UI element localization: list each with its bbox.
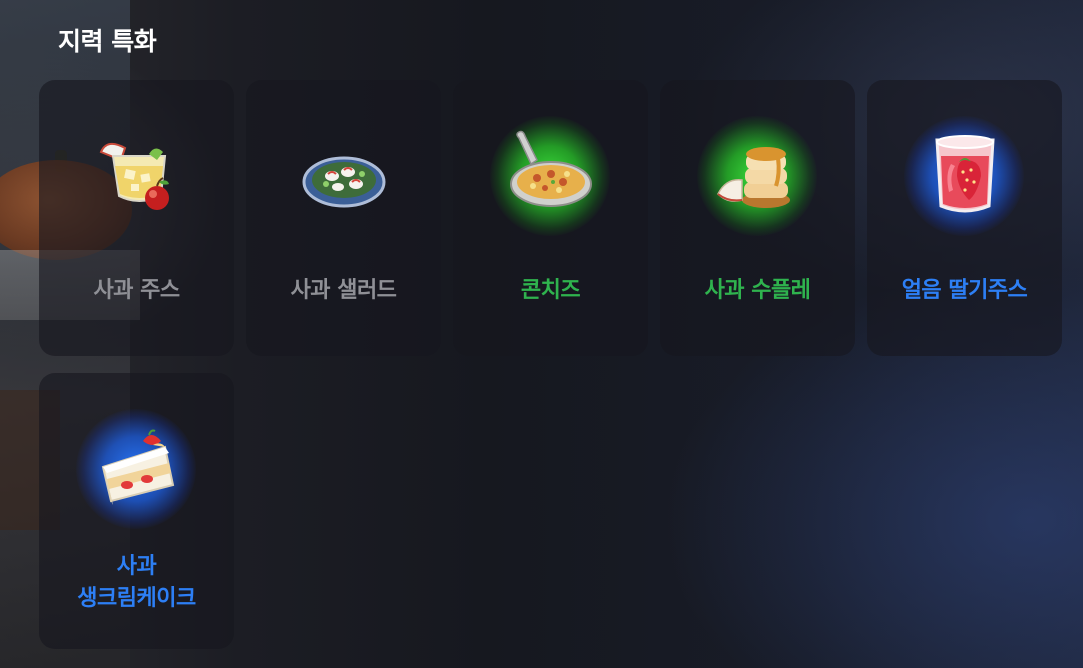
food-label: 사과 주스	[93, 278, 180, 303]
food-label-line1: 사과	[116, 554, 157, 579]
food-card-iced-strawberry-juice[interactable]: 얼음 딸기주스	[867, 80, 1062, 356]
food-label: 사과 생크림케이크	[39, 551, 234, 615]
food-label: 콘치즈	[520, 278, 581, 303]
food-label: 얼음 딸기주스	[901, 278, 1028, 303]
section-title: 지력 특화	[58, 27, 157, 56]
food-grid: 사과 주스 사과 샐러드 콘치즈 사과 수플레 얼음 딸기주스 사과 생크림케이…	[39, 80, 1062, 649]
iced-strawberry-juice-icon	[935, 135, 995, 213]
food-label-line2: 생크림케이크	[77, 586, 196, 611]
apple-cream-cake-icon	[101, 429, 175, 505]
food-card-apple-salad[interactable]: 사과 샐러드	[246, 80, 441, 356]
apple-juice-icon	[99, 142, 169, 210]
food-label: 사과 수플레	[704, 278, 811, 303]
food-card-apple-cream-cake[interactable]: 사과 생크림케이크	[39, 373, 234, 649]
food-card-apple-juice[interactable]: 사과 주스	[39, 80, 234, 356]
apple-salad-icon	[302, 156, 386, 208]
food-label: 사과 샐러드	[290, 278, 397, 303]
food-card-corn-cheese[interactable]: 콘치즈	[453, 80, 648, 356]
apple-souffle-icon	[717, 147, 790, 208]
corn-cheese-icon	[510, 130, 592, 207]
food-card-apple-souffle[interactable]: 사과 수플레	[660, 80, 855, 356]
